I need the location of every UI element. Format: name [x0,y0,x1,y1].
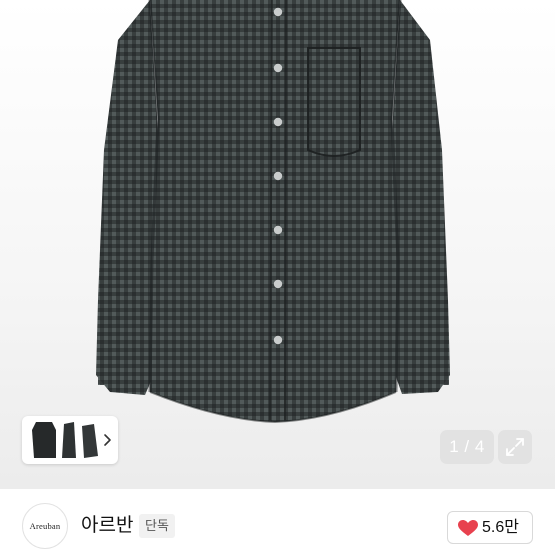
product-image-area[interactable]: 1 / 4 [0,0,555,488]
brand-logo-text: Areuban [29,521,61,531]
like-count: 5.6만 [482,519,519,536]
brand-logo[interactable]: Areuban [22,503,68,549]
thumbnail-strip[interactable] [22,416,118,464]
brand-bar: Areuban 아르반 단독 5.6만 [0,489,555,555]
heart-icon [458,520,478,536]
product-detail-screen: 1 / 4 Areuban 아르반 단독 5.6만 [0,0,555,555]
thumbnail-3 [82,424,98,458]
image-pager-label: 1 / 4 [449,437,485,456]
thumbnail-1 [32,422,56,458]
expand-button[interactable] [498,430,532,464]
chevron-right-icon [104,434,111,446]
brand-name[interactable]: 아르반 [81,515,133,537]
thumbnail-2 [62,422,76,458]
product-image [96,0,450,424]
like-button[interactable]: 5.6만 [447,511,533,544]
image-pager: 1 / 4 [440,430,494,464]
exclusive-badge: 단독 [139,514,175,538]
expand-icon [506,438,524,456]
